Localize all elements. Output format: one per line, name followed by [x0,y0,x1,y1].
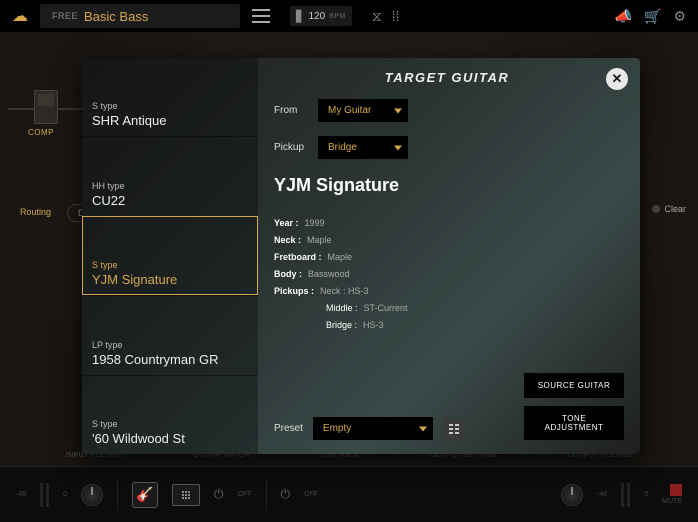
pedal-label: COMP [28,128,54,137]
spec-key: Body [274,269,302,279]
power-icon[interactable]: ⏻ [281,487,291,502]
gear-icon[interactable]: ⚙ [673,8,686,25]
liveview-box[interactable] [172,484,200,506]
bpm-box[interactable]: ▋ 120 BPM [290,6,352,26]
guitar-name: SHR Antique [92,113,248,128]
loop-icon[interactable]: ⧖ [372,8,382,25]
scale-lo: -48 [16,491,26,498]
pickup-label: Pickup [274,142,310,153]
from-select[interactable]: My Guitar [318,99,408,122]
guitar-list-item[interactable]: S type '60 Wildwood St [82,375,258,454]
topbar: ☁ FREE Basic Bass ▋ 120 BPM ⧖ ⁞⁞ 📣 🛒 ⚙ [0,0,698,32]
selected-guitar-name: YJM Signature [274,175,620,196]
from-label: From [274,105,310,116]
guitar-type: S type [92,260,248,270]
bottombar: -48 0 🎸 ⏻ OFF ⏻ OFF -48 0 MUTE [0,466,698,522]
spec-value: Basswood [308,269,350,279]
guitar-list: S type SHR Antique HH type CU22 S type Y… [82,58,258,454]
list-icon [449,424,459,434]
guitar-type: HH type [92,181,248,191]
cloud-icon[interactable]: ☁ [12,6,28,26]
guitar-list-item[interactable]: LP type 1958 Countryman GR [82,295,258,374]
close-icon: ✕ [612,71,623,87]
chevron-down-icon [394,108,402,113]
guitar-type: LP type [92,340,248,350]
preset-label: Preset [274,423,303,434]
guitar-list-item[interactable]: S type SHR Antique [82,58,258,136]
close-button[interactable]: ✕ [606,68,628,90]
spec-value: Maple [307,235,332,245]
spec-key: Year [274,218,299,228]
scale-hi: 0 [63,491,67,498]
clear-button[interactable]: Clear [652,204,686,214]
preset-browser-button[interactable] [443,418,465,440]
tuner-icon[interactable]: ⁞⁞ [392,8,400,24]
pickup-value: Bridge [328,142,357,153]
guitar-type: S type [92,101,248,111]
scale-lo: -48 [597,491,607,498]
guitar-name: CU22 [92,193,248,208]
mute-label: MUTE [662,498,682,505]
minus-icon [652,205,660,213]
cart-icon[interactable]: 🛒 [644,8,661,25]
guitar-detail-panel: TARGET GUITAR ✕ From My Guitar Pickup Br… [258,58,640,454]
guitar-name: YJM Signature [92,272,248,287]
bpm-label: BPM [329,13,346,20]
scale-hi: 0 [644,491,648,498]
announce-icon[interactable]: 📣 [615,8,632,25]
spec-list: Year 1999 Neck Maple Fretboard Maple Body Ba… [274,218,620,330]
source-guitar-button[interactable]: SOURCE GUITAR [524,373,624,398]
preset-menu-icon[interactable] [252,9,270,23]
output-meter [621,483,630,507]
output-gain-knob[interactable] [561,484,583,506]
guitar-list-item[interactable]: S type YJM Signature [82,216,258,295]
tone-adjustment-button[interactable]: TONE ADJUSTMENT [524,406,624,440]
spec-value: Maple [328,252,353,262]
guitar-name: 1958 Countryman GR [92,352,248,367]
chevron-down-icon [394,145,402,150]
guitar-type: S type [92,419,248,429]
mute-button[interactable] [670,484,682,496]
guitar-name: '60 Wildwood St [92,431,248,446]
divider [117,480,118,510]
target-guitar-modal: S type SHR Antique HH type CU22 S type Y… [82,58,640,454]
preset-selector[interactable]: FREE Basic Bass [40,4,240,28]
divider [266,480,267,510]
off-label: OFF [238,491,252,498]
off-label: OFF [304,491,318,498]
guitar-list-item[interactable]: HH type CU22 [82,136,258,215]
spec-key: Neck [274,235,301,245]
power-icon[interactable]: ⏻ [214,487,224,502]
preset-select[interactable]: Empty [313,417,433,440]
pedal-comp[interactable] [34,90,58,124]
bpm-value: 120 [308,11,325,22]
spec-key: Fretboard [274,252,322,262]
spec-value: 1999 [305,218,325,228]
from-value: My Guitar [328,105,371,116]
pickup-select[interactable]: Bridge [318,136,408,159]
modal-title: TARGET GUITAR [274,70,620,85]
cable [8,108,34,110]
input-meter [40,483,49,507]
routing-pill[interactable]: Routing [10,204,61,222]
chevron-down-icon [419,426,427,431]
preset-name: Basic Bass [84,9,228,24]
preset-value: Empty [323,423,351,434]
metronome-icon: ▋ [296,10,304,23]
guitar-match-thumb[interactable]: 🎸 [132,482,158,508]
spec-key: Pickups [274,286,314,296]
preset-tag: FREE [52,11,78,21]
input-gain-knob[interactable] [81,484,103,506]
